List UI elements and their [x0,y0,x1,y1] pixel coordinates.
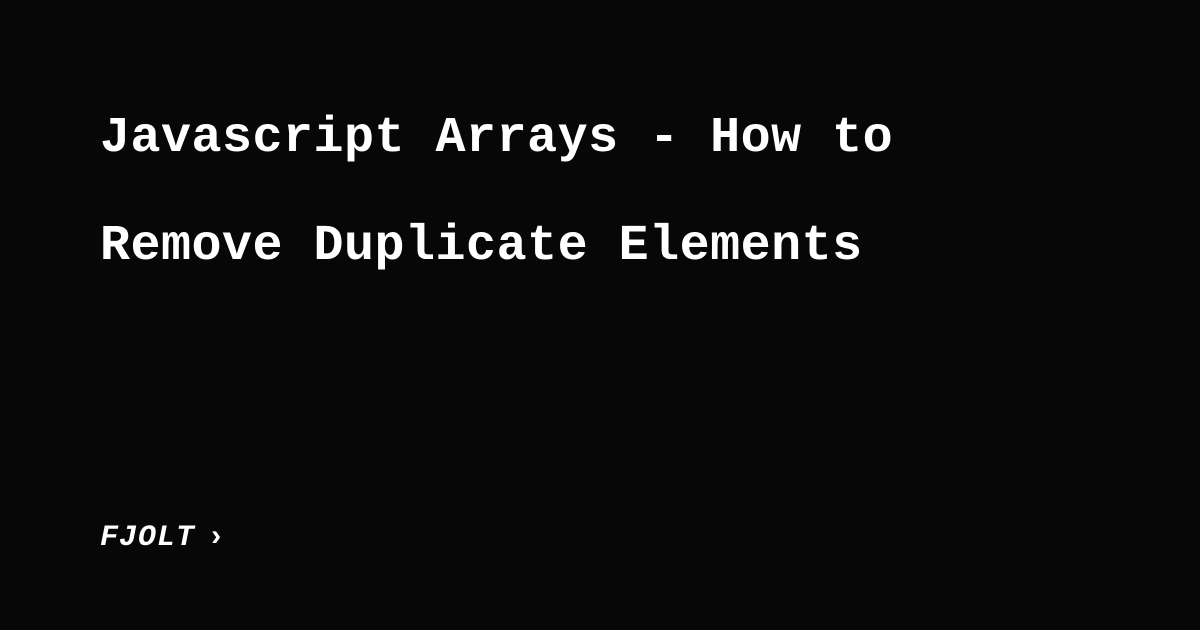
brand-name: FJOLT [100,521,195,555]
chevron-right-icon: › [207,521,226,555]
brand-logo: FJOLT › [100,521,226,555]
page-title: Javascript Arrays - How to Remove Duplic… [100,85,1100,300]
main-container: Javascript Arrays - How to Remove Duplic… [0,0,1200,630]
